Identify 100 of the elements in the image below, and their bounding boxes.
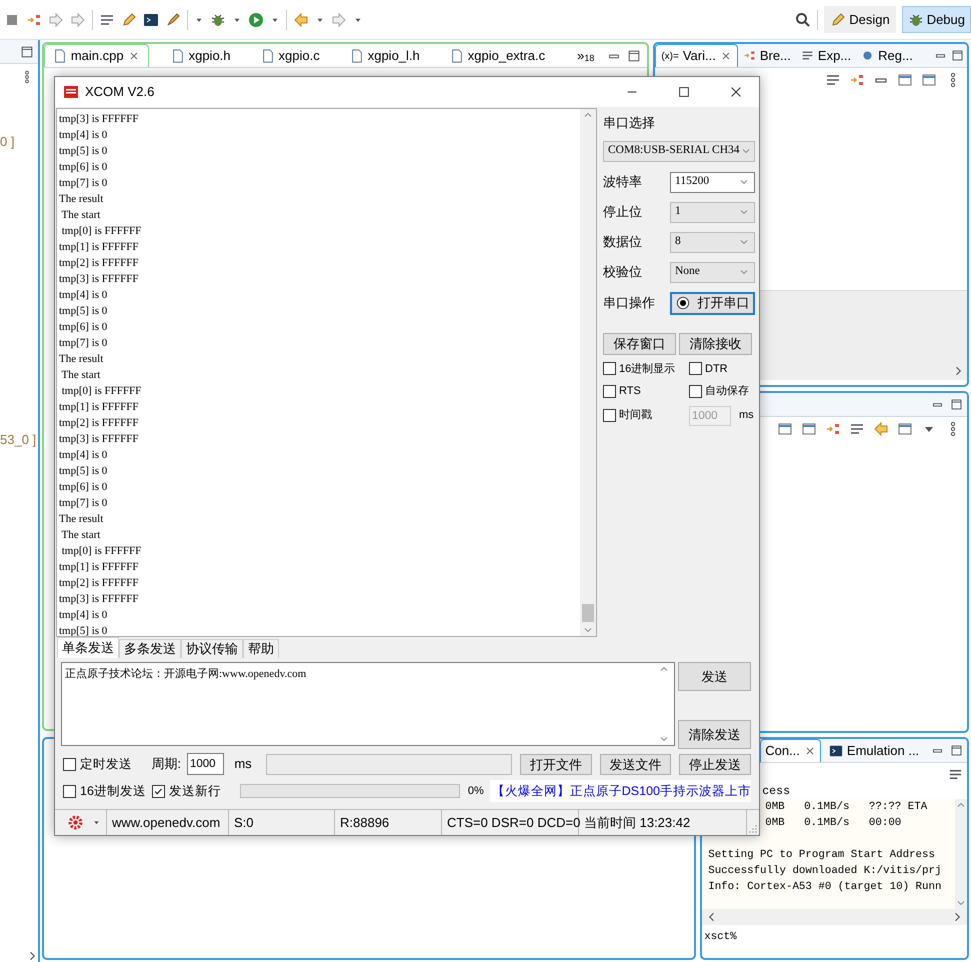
maximize-icon[interactable] <box>677 85 691 99</box>
console-heading: cess <box>762 785 790 799</box>
setting-dropdown[interactable]: 1 <box>670 202 755 222</box>
setting-label: 数据位 <box>603 233 642 252</box>
window-icon[interactable] <box>921 72 937 88</box>
view-tab[interactable]: (x)= Vari... <box>655 44 738 67</box>
log-line: The result <box>59 192 104 207</box>
editor-tab[interactable]: xgpio.h <box>162 44 239 67</box>
editor-tab[interactable]: main.cpp <box>44 44 149 67</box>
editor-tab[interactable]: xgpio_l.h <box>342 44 428 67</box>
status-text: www.openedv.com <box>112 814 220 832</box>
file-path-field[interactable] <box>266 754 512 774</box>
option-label: DTR <box>705 362 728 376</box>
console-prompt: xsct% <box>703 930 737 945</box>
maximize-icon[interactable] <box>627 48 642 62</box>
view-tab[interactable]: Exp... <box>796 44 856 67</box>
list-icon <box>800 49 814 62</box>
checkbox[interactable] <box>603 409 616 422</box>
window-icon[interactable] <box>777 421 793 437</box>
port-dropdown[interactable]: COM8:USB-SERIAL CH34 <box>603 140 755 162</box>
setting-dropdown[interactable]: 8 <box>670 232 755 252</box>
option-label: 自动保存 <box>705 384 749 399</box>
maximize-icon[interactable] <box>950 398 963 411</box>
option-label: 定时发送 <box>80 756 132 773</box>
close-icon[interactable] <box>804 745 816 757</box>
ad-link[interactable]: 【火爆全网】正点原子DS100手持示波器上市 <box>490 780 751 802</box>
close-icon[interactable] <box>720 50 732 62</box>
view-tab[interactable]: Con... <box>760 739 821 762</box>
checkbox[interactable] <box>603 384 616 398</box>
checkbox[interactable] <box>689 362 702 376</box>
editor-tab[interactable]: xgpio_extra.c <box>442 44 554 67</box>
console-line: Successfully downloaded K:/vitis/prj <box>708 864 942 879</box>
gear-icon[interactable] <box>67 814 84 831</box>
tab[interactable]: 多条发送 <box>119 639 181 658</box>
checkbox[interactable] <box>63 784 76 798</box>
log-line: tmp[5] is 0 <box>59 144 108 159</box>
maximize-icon[interactable] <box>20 44 34 58</box>
port-label: 串口选择 <box>603 114 656 132</box>
resize-grip-icon[interactable] <box>747 823 759 835</box>
terminal-icon[interactable] <box>143 12 159 28</box>
tree-label: 0 ] <box>0 133 14 151</box>
log-line: tmp[5] is 0 <box>59 464 108 479</box>
window-title: XCOM V2.6 <box>85 83 154 102</box>
view-tab[interactable]: Bre... <box>738 44 796 67</box>
window-icon[interactable] <box>801 421 817 437</box>
log-line: tmp[2] is FFFFFF <box>59 256 140 271</box>
setting-dropdown[interactable]: 115200 <box>670 172 755 192</box>
open-port-button[interactable]: 打开串口 <box>670 292 755 314</box>
log-line: tmp[0] is FFFFFF <box>60 544 142 559</box>
log-line: The start <box>60 528 102 543</box>
close-icon[interactable] <box>128 50 140 62</box>
view-tab[interactable]: Reg... <box>856 44 918 67</box>
scrollbar-thumb[interactable] <box>582 604 594 622</box>
option-label: 16进制发送 <box>80 782 146 800</box>
log-line: tmp[2] is FFFFFF <box>59 576 140 591</box>
setting-dropdown[interactable]: None <box>670 262 755 282</box>
action-button[interactable]: 发送文件 <box>600 754 672 774</box>
send-field[interactable]: 正点原子技术论坛：开源电子网:www.openedv.com <box>61 662 675 746</box>
checkbox[interactable] <box>63 758 76 770</box>
close-icon[interactable] <box>729 85 743 99</box>
log-line: tmp[4] is 0 <box>59 608 108 623</box>
action-button[interactable]: 打开文件 <box>520 754 592 774</box>
back-arrow-icon[interactable] <box>293 12 309 28</box>
search-icon[interactable] <box>795 12 812 28</box>
action-button[interactable]: 保存窗口 <box>603 332 676 354</box>
action-button[interactable]: 清除发送 <box>678 720 751 749</box>
window-icon[interactable] <box>897 72 913 88</box>
action-button[interactable]: 停止发送 <box>679 754 751 774</box>
checkbox[interactable] <box>689 384 702 398</box>
option-label: 16进制显示 <box>619 362 676 376</box>
console-icon[interactable] <box>948 767 963 782</box>
log-line: The result <box>59 352 104 367</box>
period-field[interactable]: 1000 <box>187 753 224 775</box>
editor-tab[interactable]: xgpio.c <box>252 44 328 67</box>
view-tab[interactable]: Emulation ... <box>820 739 928 762</box>
log-line: tmp[3] is FFFFFF <box>59 112 140 127</box>
pencil-icon[interactable] <box>121 12 137 28</box>
play-icon[interactable] <box>248 12 264 28</box>
log-line: The start <box>60 368 102 383</box>
option-label: 时间戳 <box>619 408 652 424</box>
overflow-tabs-button[interactable]: »$_{18}$ <box>577 44 594 67</box>
tab[interactable]: 单条发送 <box>57 637 119 658</box>
console-line: 0MB 0.1MB/s 00:00 <box>765 816 902 831</box>
bug-icon[interactable] <box>210 12 226 28</box>
maximize-icon[interactable] <box>951 49 964 62</box>
checkbox[interactable] <box>152 784 165 798</box>
option-label: RTS <box>619 384 641 399</box>
progress-reading: 0% <box>468 784 484 799</box>
action-button[interactable]: 发送 <box>678 662 751 691</box>
perspective-button[interactable]: Design <box>824 6 896 34</box>
action-button[interactable]: 清除接收 <box>679 332 752 354</box>
status-text: R:88896 <box>340 814 390 832</box>
tab[interactable]: 协议传输 <box>181 639 243 658</box>
perspective-button[interactable]: Debug <box>902 6 971 34</box>
checkbox[interactable] <box>603 362 616 376</box>
tab[interactable]: 帮助 <box>243 639 279 658</box>
maximize-icon[interactable] <box>950 744 964 757</box>
console-line: Setting PC to Program Start Address <box>708 848 935 863</box>
log-line: tmp[4] is 0 <box>59 448 108 463</box>
console-line: Info: Cortex-A53 #0 (target 10) Runn <box>708 880 942 895</box>
